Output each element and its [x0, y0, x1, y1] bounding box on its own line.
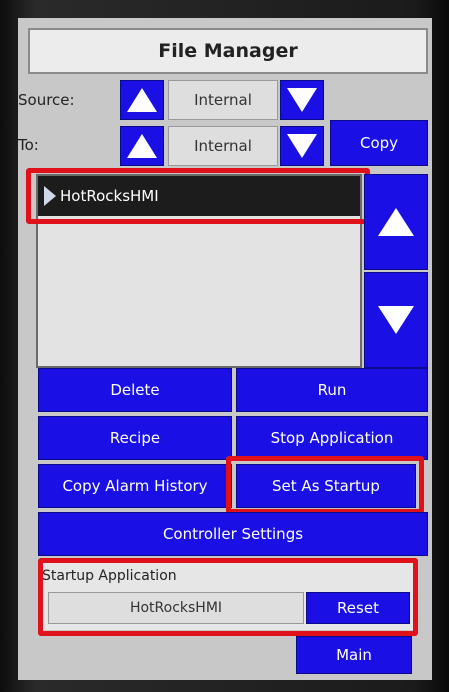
startup-application-label: Startup Application [42, 568, 177, 584]
hmi-screen: File Manager Source: Internal To: Intern… [18, 18, 432, 680]
copy-button[interactable]: Copy [330, 120, 428, 166]
copy-alarm-history-button[interactable]: Copy Alarm History [38, 464, 232, 508]
triangle-up-icon [127, 88, 157, 112]
triangle-up-icon [127, 134, 157, 158]
page-title: File Manager [28, 28, 428, 74]
list-scroll-down-button[interactable] [364, 272, 428, 368]
to-value: Internal [168, 126, 278, 166]
set-as-startup-button[interactable]: Set As Startup [236, 464, 416, 508]
to-label: To: [18, 136, 39, 154]
list-scroll-up-button[interactable] [364, 174, 428, 270]
source-label: Source: [18, 91, 75, 109]
delete-button[interactable]: Delete [38, 368, 232, 412]
file-list[interactable]: HotRocksHMI [36, 174, 362, 368]
source-up-button[interactable] [120, 80, 164, 120]
stop-application-button[interactable]: Stop Application [236, 416, 428, 460]
to-up-button[interactable] [120, 126, 164, 166]
triangle-down-icon [378, 306, 414, 334]
source-value: Internal [168, 80, 278, 120]
triangle-right-icon [44, 186, 56, 206]
triangle-down-icon [287, 134, 317, 158]
run-button[interactable]: Run [236, 368, 428, 412]
controller-settings-button[interactable]: Controller Settings [38, 512, 428, 556]
to-down-button[interactable] [280, 126, 324, 166]
list-item[interactable]: HotRocksHMI [38, 176, 360, 216]
startup-application-value: HotRocksHMI [48, 592, 304, 624]
reset-button[interactable]: Reset [306, 592, 410, 624]
triangle-up-icon [378, 208, 414, 236]
recipe-button[interactable]: Recipe [38, 416, 232, 460]
source-down-button[interactable] [280, 80, 324, 120]
main-button[interactable]: Main [296, 636, 412, 674]
list-item-label: HotRocksHMI [60, 187, 159, 205]
triangle-down-icon [287, 88, 317, 112]
